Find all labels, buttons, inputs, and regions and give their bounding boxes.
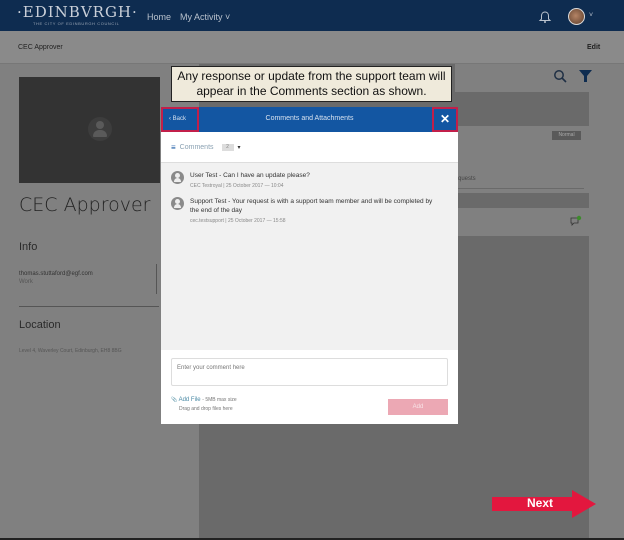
user-placeholder-icon (88, 117, 112, 141)
back-button[interactable]: ‹ Back (161, 107, 199, 132)
comment-count-badge: 2 (221, 144, 234, 151)
card-text: quests (458, 176, 476, 182)
modal-title: Comments and Attachments (265, 115, 354, 122)
priority-badge: Normal (552, 131, 581, 140)
location-heading: Location (19, 319, 61, 331)
info-heading: Info (19, 241, 38, 253)
comment-list: User Test - Can I have an update please?… (161, 162, 458, 350)
list-item: User Test - Can I have an update please?… (171, 171, 435, 189)
logo-subtitle: THE CITY OF EDINBURGH COUNCIL (33, 21, 120, 26)
caret-down-icon[interactable]: ▾ (238, 144, 241, 151)
email-type-label: Work (19, 279, 33, 285)
nav-home-link[interactable]: Home (147, 12, 171, 22)
user-avatar[interactable] (568, 8, 585, 25)
next-button[interactable]: Next (518, 496, 562, 510)
nav-my-activity-dropdown[interactable]: My Activity ˅ (180, 12, 230, 22)
profile-name: CEC Approver (19, 194, 151, 216)
page-title: CEC Approver (18, 44, 63, 51)
page-subheader (0, 31, 624, 64)
comments-tab-label: Comments (179, 144, 214, 151)
tutorial-callout: Any response or update from the support … (171, 66, 452, 102)
edinburgh-logo[interactable]: ·EDINBVRGH· (17, 3, 138, 21)
add-file-link[interactable]: Add File (179, 397, 201, 403)
list-icon: ≡ (171, 143, 176, 152)
divider (19, 306, 159, 307)
comment-text: Support Test - Your request is with a su… (190, 198, 433, 214)
comment-input[interactable]: Enter your comment here (171, 358, 448, 386)
comment-meta: CEC Testroyal | 25 October 2017 — 10:04 (190, 183, 284, 189)
commenter-avatar-icon (171, 197, 184, 210)
search-icon[interactable] (553, 69, 567, 83)
comments-tab[interactable]: ≡ Comments 2 ▾ (171, 143, 241, 152)
filter-icon[interactable] (579, 69, 592, 83)
top-navigation-bar: ·EDINBVRGH· THE CITY OF EDINBURGH COUNCI… (0, 0, 624, 31)
comment-text: User Test - Can I have an update please? (190, 172, 310, 179)
modal-header: Comments and Attachments ‹ Back ✕ (161, 107, 458, 132)
paperclip-icon: 📎 (171, 397, 178, 403)
comment-notification-icon[interactable] (570, 215, 582, 226)
divider (156, 264, 157, 294)
email-link[interactable]: thomas.stuttaford@egf.com (19, 271, 93, 277)
chevron-down-icon[interactable]: ˅ (589, 12, 593, 19)
location-text: Level 4, Waverley Court, Edinburgh, EH8 … (19, 348, 122, 354)
close-button[interactable]: ✕ (432, 107, 458, 132)
divider (458, 188, 584, 189)
edit-button[interactable]: Edit (587, 44, 600, 51)
commenter-avatar-icon (171, 171, 184, 184)
bell-icon[interactable] (538, 10, 552, 24)
list-item: Support Test - Your request is with a su… (171, 197, 435, 224)
comments-modal: Comments and Attachments ‹ Back ✕ ≡ Comm… (161, 107, 458, 424)
add-file-area[interactable]: 📎 Add File - 5MB max size (171, 397, 237, 403)
add-comment-button[interactable]: Add (388, 399, 448, 415)
comment-meta: cec.testsupport | 25 October 2017 — 15:5… (190, 218, 286, 224)
right-gutter (600, 64, 624, 540)
drag-drop-hint: Drag and drop files here (179, 406, 233, 412)
search-toolbar (455, 64, 599, 92)
add-file-note: - 5MB max size (202, 397, 237, 403)
